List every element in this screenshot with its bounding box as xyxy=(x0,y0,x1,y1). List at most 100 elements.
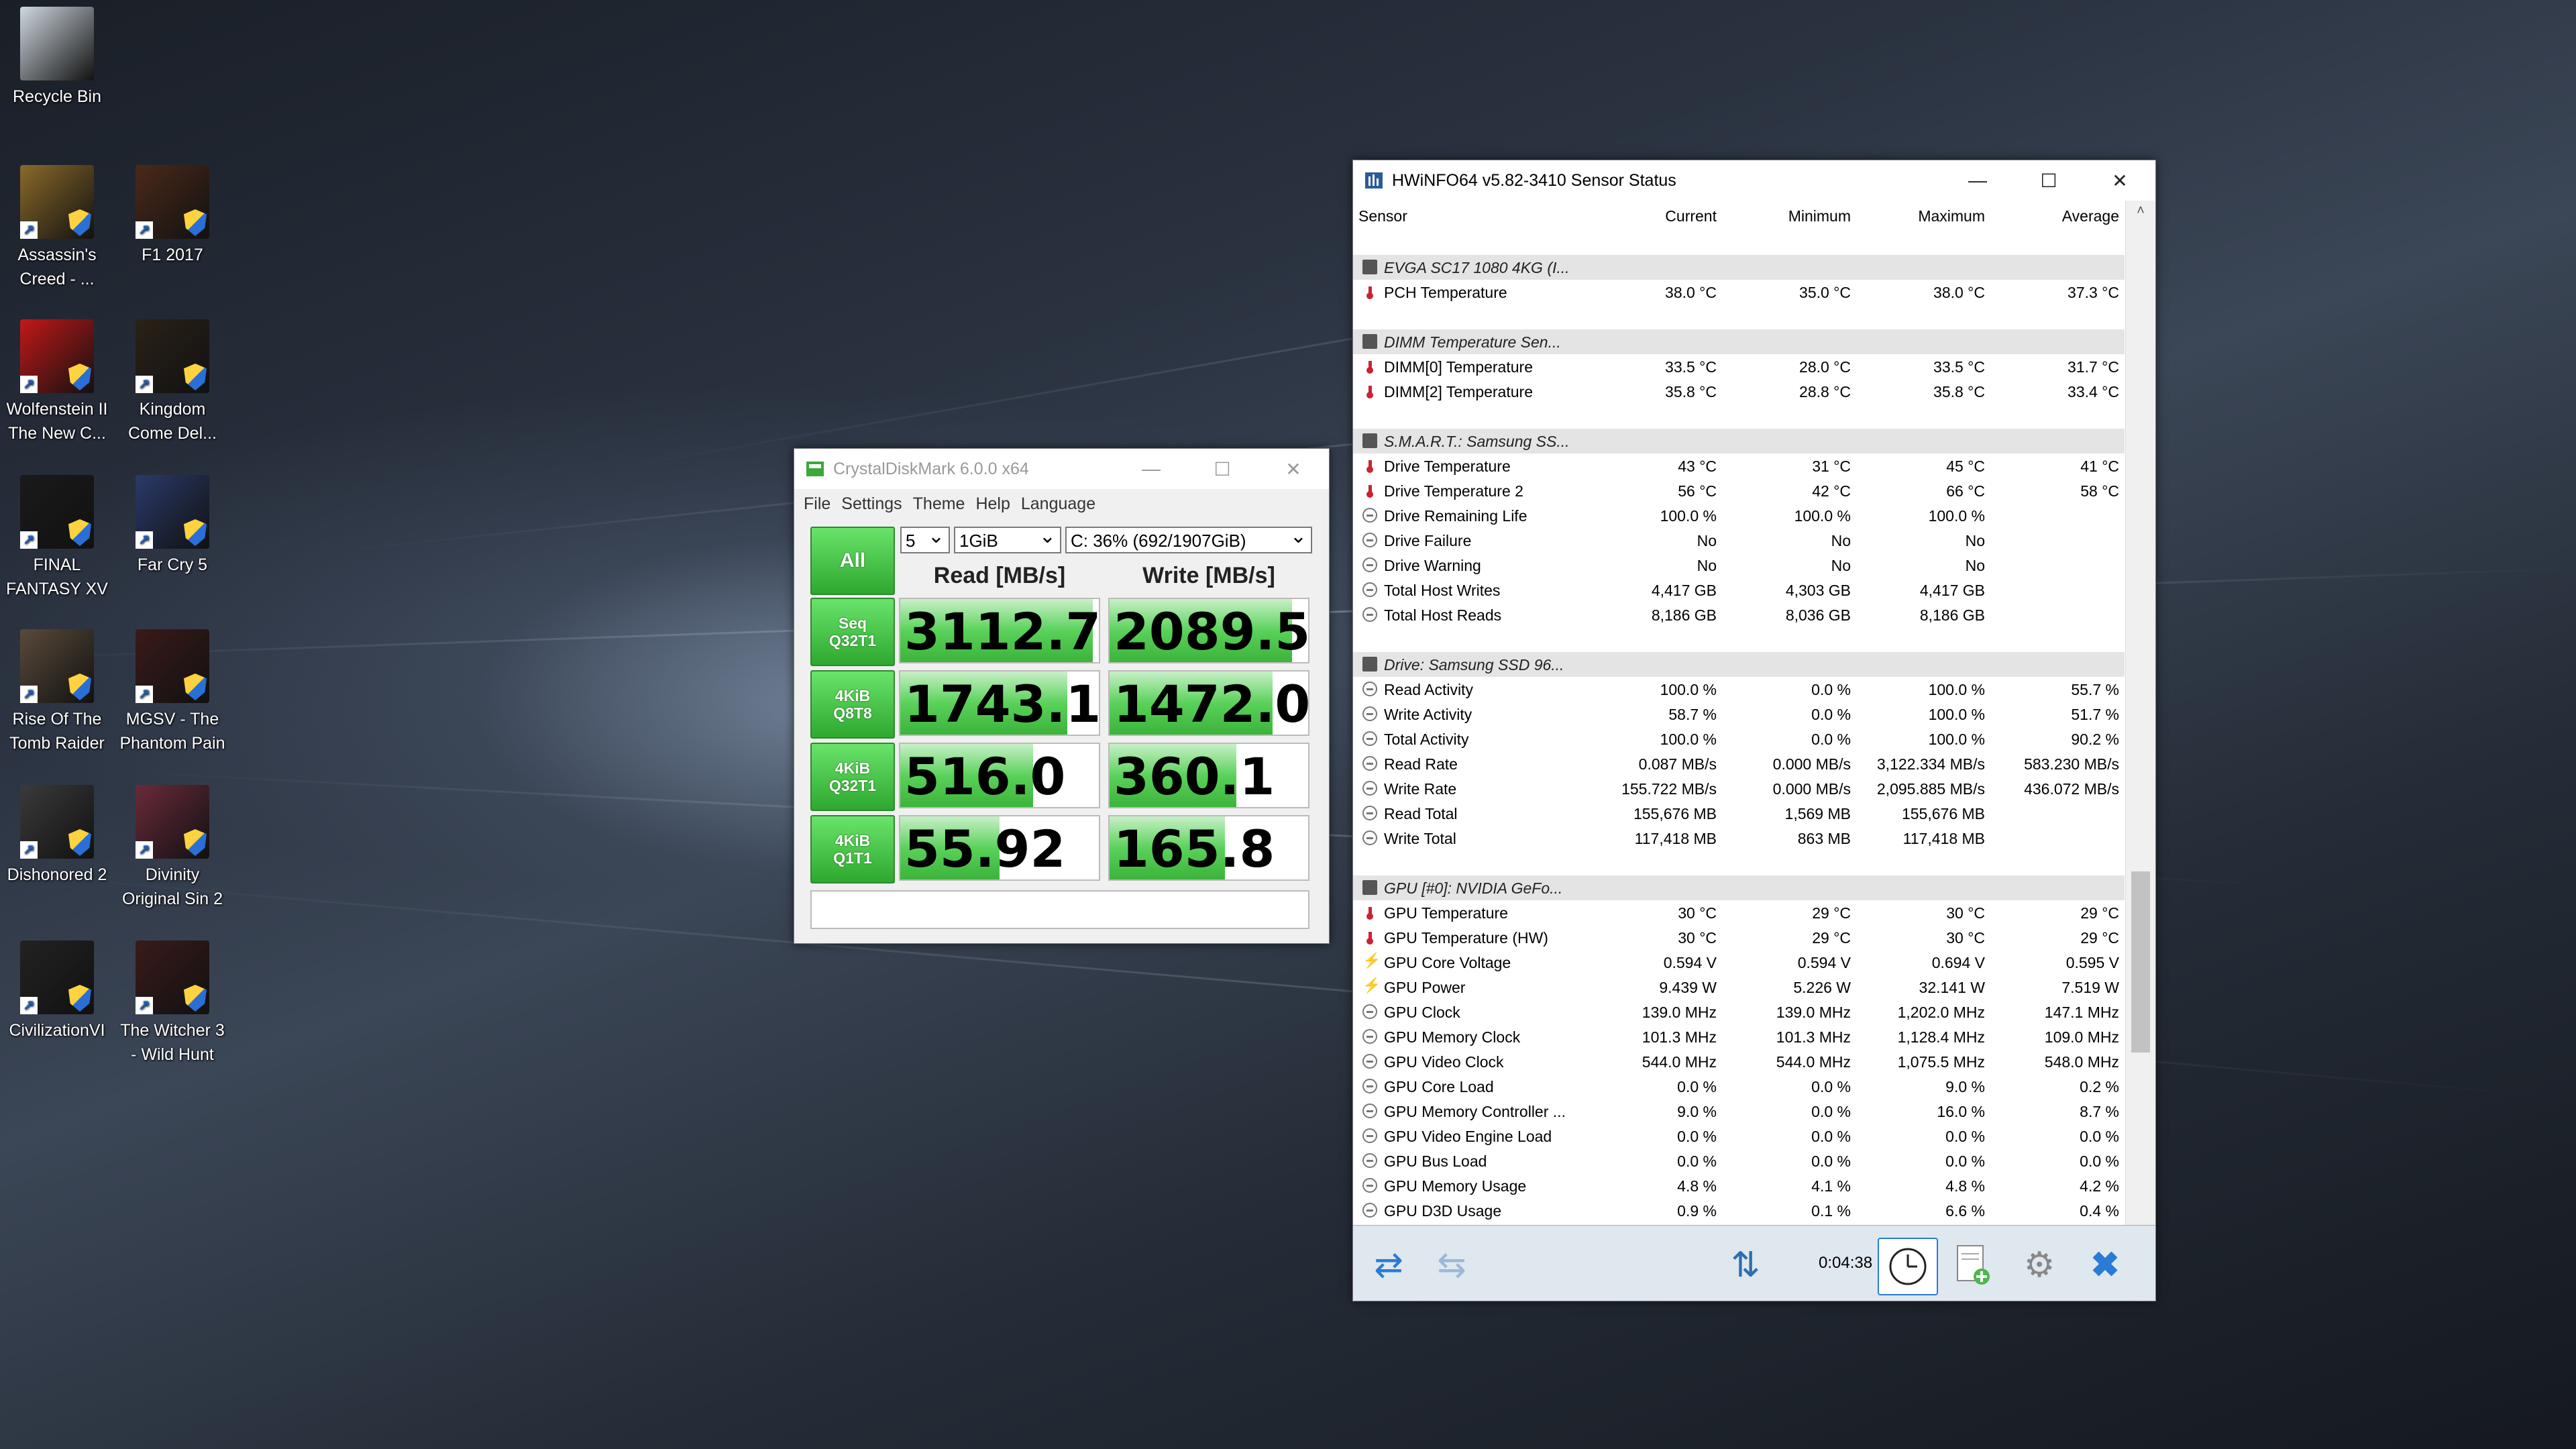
sensor-row[interactable]: DIMM[2] Temperature 35.8 °C 28.8 °C 35.8 °C… xyxy=(1353,379,2125,404)
sensor-row[interactable]: GPU Bus Load 0.0 % 0.0 % 0.0 % 0.0 % xyxy=(1353,1148,2125,1173)
menu-file[interactable]: File xyxy=(804,494,830,514)
col-average[interactable]: Average xyxy=(2062,207,2119,225)
sensor-row[interactable]: GPU Memory Usage 4.8 % 4.1 % 4.8 % 4.2 % xyxy=(1353,1173,2125,1198)
sensor-row[interactable]: GPU Temperature 30 °C 29 °C 30 °C 29 °C xyxy=(1353,900,2125,925)
sensor-row[interactable]: Read Total 155,676 MB 1,569 MB 155,676 MB xyxy=(1353,801,2125,826)
crystaldiskmark-window[interactable]: CrystalDiskMark 6.0.0 x64 — ☐ ✕ File Set… xyxy=(794,448,1330,944)
col-maximum[interactable]: Maximum xyxy=(1918,207,1985,225)
sensor-row[interactable]: Drive Failure No No No xyxy=(1353,528,2125,553)
menu-settings[interactable]: Settings xyxy=(841,494,902,514)
sensor-row[interactable]: Drive Remaining Life 100.0 % 100.0 % 100.0 … xyxy=(1353,503,2125,528)
sensor-row[interactable]: GPU Power 9.439 W 5.226 W 32.141 W 7.519 W xyxy=(1353,975,2125,1000)
hw-titlebar[interactable]: HWiNFO64 v5.82-3410 Sensor Status — ☐ ✕ xyxy=(1353,160,2155,201)
test-count-select[interactable]: 5 xyxy=(900,524,950,553)
sensor-row[interactable]: Drive Temperature 43 °C 31 °C 45 °C 41 °C xyxy=(1353,453,2125,478)
report-add-icon[interactable] xyxy=(1943,1238,2001,1293)
clock-icon[interactable] xyxy=(1878,1238,1938,1295)
sensor-row[interactable]: GPU Temperature (HW) 30 °C 29 °C 30 °C 29 °C xyxy=(1353,925,2125,950)
sensor-row[interactable]: Read Activity 100.0 % 0.0 % 100.0 % 55.7 % xyxy=(1353,677,2125,702)
test-button[interactable]: Seq Q32T1 xyxy=(810,598,895,666)
sensor-row[interactable]: Drive Warning No No No xyxy=(1353,553,2125,578)
minimize-button[interactable]: — xyxy=(1942,160,2013,201)
vertical-scrollbar[interactable]: ˄ ˅ xyxy=(2125,201,2155,1263)
uac-shield-icon xyxy=(184,829,207,856)
desktop-icon[interactable]: Recycle Bin xyxy=(0,7,114,109)
menu-help[interactable]: Help xyxy=(975,494,1010,514)
maximum-value: 1,075.5 MHz xyxy=(1897,1053,1985,1071)
sensor-row[interactable]: Total Host Writes 4,417 GB 4,303 GB 4,417 G… xyxy=(1353,578,2125,602)
close-button[interactable]: ✕ xyxy=(2084,160,2155,201)
sensor-row[interactable]: GPU Core Voltage 0.594 V 0.594 V 0.694 V 0.5… xyxy=(1353,950,2125,975)
test-button[interactable]: 4KiB Q1T1 xyxy=(810,815,895,883)
desktop-icon[interactable]: ↗ The Witcher 3 - Wild Hunt xyxy=(115,941,229,1067)
sensor-group-row[interactable]: GPU [#0]: NVIDIA GeFo... xyxy=(1353,875,2125,900)
desktop-icon[interactable]: ↗ Rise Of The Tomb Raider xyxy=(0,629,114,755)
menu-theme[interactable]: Theme xyxy=(913,494,965,514)
maximum-value: 100.0 % xyxy=(1928,706,1985,723)
sensor-row[interactable]: GPU Video Engine Load 0.0 % 0.0 % 0.0 % 0.0 … xyxy=(1353,1124,2125,1148)
menu-language[interactable]: Language xyxy=(1021,494,1095,514)
sensor-group-row[interactable]: S.M.A.R.T.: Samsung SS... xyxy=(1353,429,2125,453)
maximum-value: 0.0 % xyxy=(1945,1152,1985,1170)
desktop-icon[interactable]: ↗ Far Cry 5 xyxy=(115,475,229,577)
gauge-icon xyxy=(1362,607,1377,622)
sensor-row[interactable]: PCH Temperature 38.0 °C 35.0 °C 38.0 °C 37.3… xyxy=(1353,280,2125,305)
sensor-group-row[interactable]: DIMM Temperature Sen... xyxy=(1353,329,2125,354)
all-button[interactable]: All xyxy=(810,527,895,595)
expand-arrows-icon[interactable]: ⇄ xyxy=(1360,1238,1417,1293)
sensor-row[interactable]: Write Total 117,418 MB 863 MB 117,418 MB xyxy=(1353,826,2125,851)
cdm-titlebar[interactable]: CrystalDiskMark 6.0.0 x64 — ☐ ✕ xyxy=(794,449,1329,489)
sensor-row[interactable]: Write Rate 155.722 MB/s 0.000 MB/s 2,095.88… xyxy=(1353,776,2125,801)
desktop-icon[interactable]: ↗ MGSV - The Phantom Pain xyxy=(115,629,229,755)
network-icon[interactable]: ⇅ xyxy=(1717,1238,1774,1293)
comment-field[interactable] xyxy=(810,890,1309,929)
sensor-row[interactable]: GPU Memory Controller ... 9.0 % 0.0 % 16.0 … xyxy=(1353,1099,2125,1124)
drive-select[interactable]: C: 36% (692/1907GiB) xyxy=(1065,524,1312,553)
desktop-icon[interactable]: ↗ FINAL FANTASY XV xyxy=(0,475,114,601)
sensor-row[interactable]: GPU Clock 139.0 MHz 139.0 MHz 1,202.0 MHz 14… xyxy=(1353,1000,2125,1024)
col-sensor[interactable]: Sensor xyxy=(1358,207,1407,225)
desktop-icon-label: Far Cry 5 xyxy=(137,555,208,574)
test-button[interactable]: 4KiB Q8T8 xyxy=(810,670,895,739)
sensor-row[interactable]: Total Host Reads 8,186 GB 8,036 GB 8,186 GB xyxy=(1353,602,2125,627)
minimize-button[interactable]: — xyxy=(1116,449,1187,489)
sensor-row[interactable]: GPU Core Load 0.0 % 0.0 % 9.0 % 0.2 % xyxy=(1353,1074,2125,1099)
sensor-row[interactable]: GPU Memory Clock 101.3 MHz 101.3 MHz 1,128.… xyxy=(1353,1024,2125,1049)
sensor-row[interactable]: GPU D3D Usage 0.9 % 0.1 % 6.6 % 0.4 % xyxy=(1353,1198,2125,1223)
desktop-icon[interactable]: ↗ CivilizationVI xyxy=(0,941,114,1042)
desktop-icon[interactable]: ↗ Assassin's Creed - ... xyxy=(0,165,114,291)
sensor-row[interactable]: GPU Video Clock 544.0 MHz 544.0 MHz 1,075.5… xyxy=(1353,1049,2125,1074)
sensor-name: GPU Power xyxy=(1384,979,1466,996)
average-value: 29 °C xyxy=(2080,929,2119,947)
sensor-row[interactable]: Total Activity 100.0 % 0.0 % 100.0 % 90.2 % xyxy=(1353,727,2125,751)
sensor-row[interactable]: Write Activity 58.7 % 0.0 % 100.0 % 51.7 % xyxy=(1353,702,2125,727)
maximize-button[interactable]: ☐ xyxy=(1187,449,1258,489)
sensor-row[interactable]: DIMM[0] Temperature 33.5 °C 28.0 °C 33.5 °C… xyxy=(1353,354,2125,379)
desktop-icon[interactable]: ↗ Kingdom Come Del... xyxy=(115,319,229,445)
collapse-arrows-icon[interactable]: ⇆ xyxy=(1423,1238,1481,1293)
sensor-group-row[interactable]: Drive: Samsung SSD 96... xyxy=(1353,652,2125,677)
hwinfo-window[interactable]: HWiNFO64 v5.82-3410 Sensor Status — ☐ ✕ … xyxy=(1352,160,2156,1301)
sensor-row[interactable]: Read Rate 0.087 MB/s 0.000 MB/s 3,122.334 M… xyxy=(1353,751,2125,776)
uac-shield-icon xyxy=(68,674,91,700)
col-current[interactable]: Current xyxy=(1665,207,1717,225)
desktop-icon[interactable]: ↗ F1 2017 xyxy=(115,165,229,267)
test-button[interactable]: 4KiB Q32T1 xyxy=(810,743,895,811)
col-minimum[interactable]: Minimum xyxy=(1788,207,1851,225)
maximum-value: 0.0 % xyxy=(1945,1128,1985,1145)
shortcut-arrow-icon: ↗ xyxy=(20,531,38,549)
sensor-row[interactable]: Drive Temperature 2 56 °C 42 °C 66 °C 58 °C xyxy=(1353,478,2125,503)
test-size-select[interactable]: 1GiB xyxy=(954,524,1061,553)
maximize-button[interactable]: ☐ xyxy=(2013,160,2084,201)
close-sensors-icon[interactable]: ✖ xyxy=(2076,1238,2134,1293)
desktop-icon[interactable]: ↗ Wolfenstein II The New C... xyxy=(0,319,114,445)
desktop-icon[interactable]: ↗ Divinity Original Sin 2 xyxy=(115,785,229,911)
maximum-value: 38.0 °C xyxy=(1933,284,1985,301)
scroll-up-icon[interactable]: ˄ xyxy=(2126,203,2155,219)
sensor-group-row[interactable]: EVGA SC17 1080 4KG (I... xyxy=(1353,255,2125,280)
desktop-icon[interactable]: ↗ Dishonored 2 xyxy=(0,785,114,887)
settings-gear-icon[interactable]: ⚙ xyxy=(2010,1238,2068,1293)
scroll-thumb[interactable] xyxy=(2131,871,2150,1053)
close-button[interactable]: ✕ xyxy=(1258,449,1329,489)
gauge-icon xyxy=(1362,830,1377,845)
